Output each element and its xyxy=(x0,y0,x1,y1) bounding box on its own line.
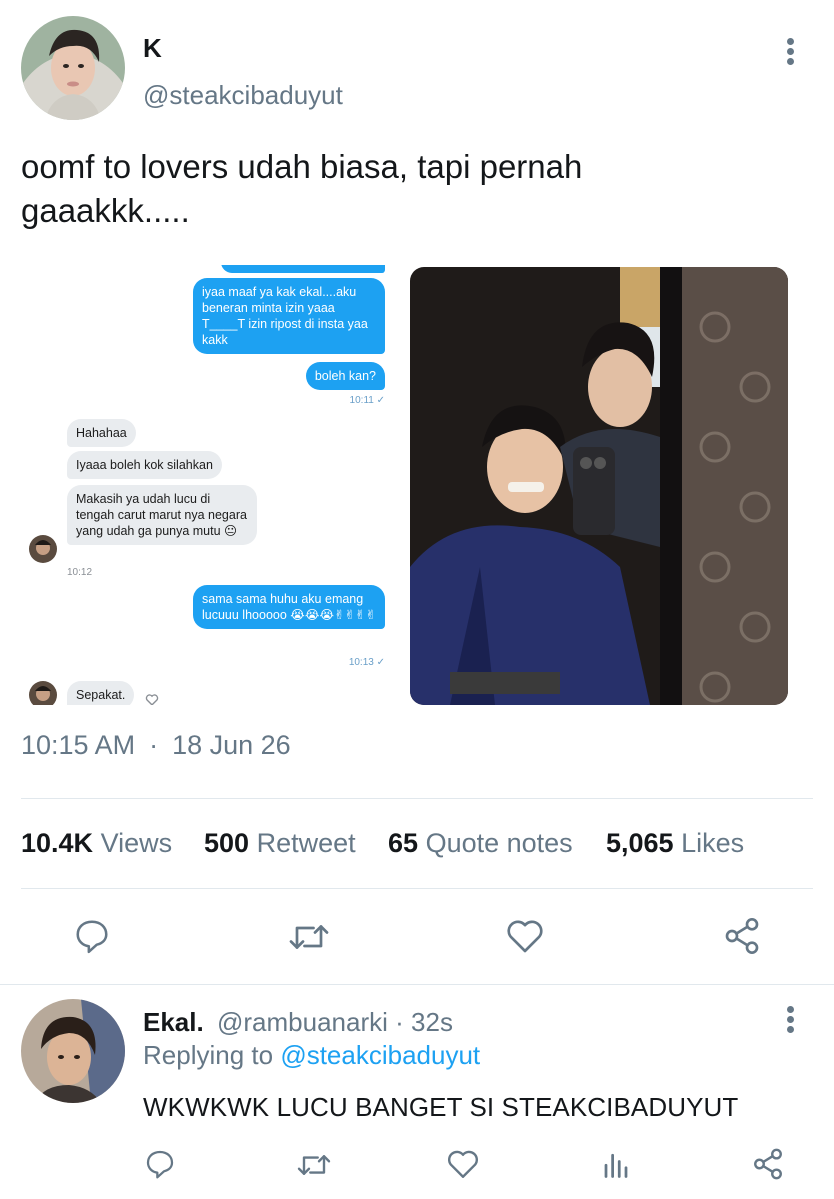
chat-screenshot-image[interactable]: iyaa maaf ya kak ekal....aku beneran min… xyxy=(21,265,391,705)
divider xyxy=(0,984,834,985)
divider xyxy=(21,888,813,889)
chat-bubble-incoming: Makasih ya udah lucu di tengah carut mar… xyxy=(67,485,257,545)
quote-stat[interactable]: 65 Quote notes xyxy=(388,828,573,859)
heart-reaction-icon xyxy=(145,693,159,705)
tweet-timestamp[interactable]: 10:15 AM · 18 Jun 26 xyxy=(21,730,291,761)
likes-stat[interactable]: 5,065 Likes xyxy=(606,828,744,859)
replying-to-link[interactable]: @steakcibaduyut xyxy=(280,1040,480,1070)
heart-icon[interactable] xyxy=(505,917,545,955)
tweet-text-line-1: oomf to lovers udah biasa, tapi pernah xyxy=(21,148,583,185)
chat-bubble-outgoing: boleh kan? xyxy=(305,362,385,390)
chat-timestamp: 10:13 ✓ xyxy=(348,657,385,668)
share-icon[interactable] xyxy=(751,1147,785,1181)
tweet-date: 18 Jun 26 xyxy=(172,730,291,760)
reply-text: WKWKWK LUCU BANGET SI STEAKCIBADUYUT xyxy=(143,1092,739,1122)
share-icon[interactable] xyxy=(722,916,762,956)
reply-author-avatar[interactable] xyxy=(21,999,125,1103)
author-name[interactable]: K xyxy=(143,33,162,64)
chat-bubble-top-partial xyxy=(221,265,385,273)
author-avatar[interactable] xyxy=(21,16,125,120)
replying-prefix: Replying to xyxy=(143,1040,274,1070)
tweet-text: oomf to lovers udah biasa, tapi pernah g… xyxy=(21,145,801,233)
reply-icon[interactable] xyxy=(144,1148,176,1180)
views-stat[interactable]: 10.4K Views xyxy=(21,828,172,859)
author-handle[interactable]: @steakcibaduyut xyxy=(143,80,343,111)
attached-photo[interactable] xyxy=(410,267,788,705)
more-vertical-icon[interactable] xyxy=(781,1006,801,1042)
chat-avatar xyxy=(29,535,57,563)
replying-to: Replying to @steakcibaduyut xyxy=(143,1040,480,1071)
chat-bubble-outgoing: sama sama huhu aku emang lucuuu lhooooo … xyxy=(193,585,385,629)
reply-handle-text[interactable]: @rambuanarki xyxy=(217,1007,388,1037)
divider xyxy=(21,798,813,799)
reply-icon[interactable] xyxy=(73,917,111,955)
chat-bubble-incoming: Sepakat. xyxy=(67,681,135,705)
views-icon[interactable] xyxy=(601,1148,631,1180)
more-vertical-icon[interactable] xyxy=(781,38,801,74)
chat-bubble-incoming: Iyaaa boleh kok silahkan xyxy=(67,451,222,479)
reply-author-handle: @rambuanarki · 32s xyxy=(217,1007,453,1038)
meta-separator: · xyxy=(149,730,159,760)
chat-bubble-incoming: Hahahaa xyxy=(67,419,136,447)
heart-icon[interactable] xyxy=(446,1148,480,1180)
chat-timestamp: 10:11 ✓ xyxy=(349,395,385,406)
reply-author-name[interactable]: Ekal. xyxy=(143,1007,204,1038)
retweet-icon[interactable] xyxy=(288,919,330,955)
chat-timestamp: 10:12 xyxy=(67,567,93,578)
chat-bubble-outgoing: iyaa maaf ya kak ekal....aku beneran min… xyxy=(193,278,385,354)
reply-time: · 32s xyxy=(395,1007,453,1037)
retweet-icon[interactable] xyxy=(296,1150,332,1180)
tweet-time: 10:15 AM xyxy=(21,730,136,760)
chat-avatar xyxy=(29,681,57,705)
tweet-text-line-2: gaaakkk..... xyxy=(21,192,190,229)
retweet-stat[interactable]: 500 Retweet xyxy=(204,828,356,859)
